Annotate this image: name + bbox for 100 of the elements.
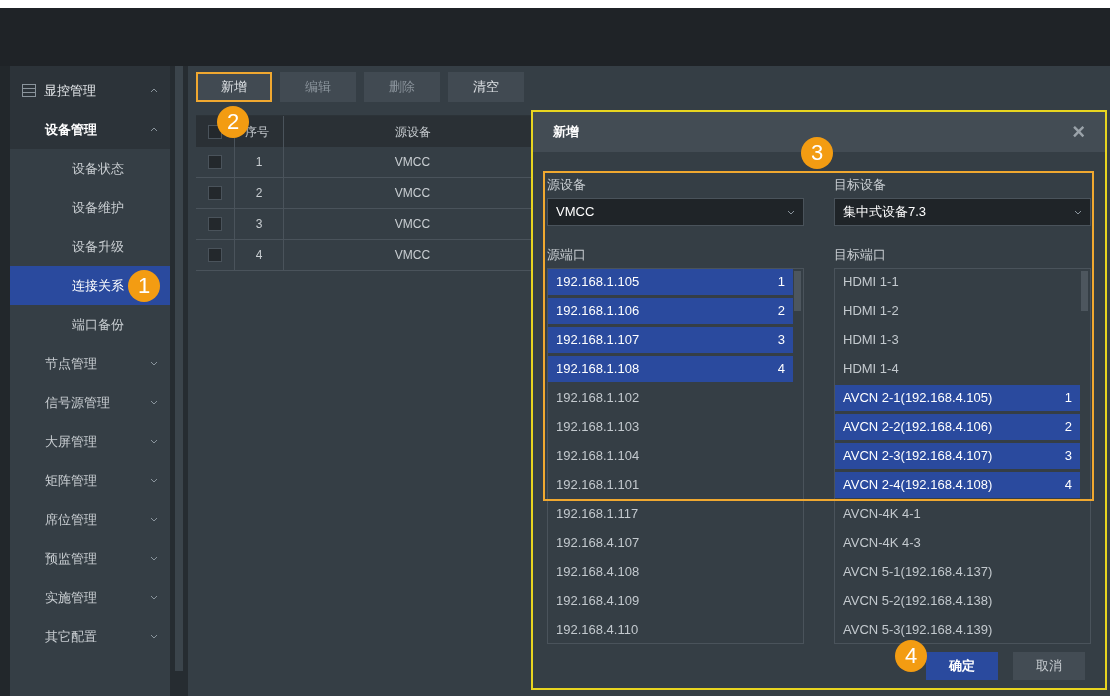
- port-item[interactable]: 192.168.4.108: [548, 559, 793, 585]
- port-item[interactable]: HDMI 1-2: [835, 298, 1080, 324]
- sidebar-item[interactable]: 设备维护: [10, 188, 170, 227]
- port-item[interactable]: AVCN-4K 4-1: [835, 501, 1080, 527]
- sidebar-label: 矩阵管理: [45, 471, 97, 490]
- port-name: 192.168.1.106: [556, 302, 640, 321]
- sidebar-item[interactable]: 设备管理: [10, 110, 170, 149]
- port-order: 2: [777, 302, 785, 321]
- scrollbar-thumb: [794, 271, 801, 311]
- cancel-button[interactable]: 取消: [1013, 652, 1085, 680]
- checkbox[interactable]: [208, 155, 222, 169]
- toolbar-button[interactable]: 清空: [448, 72, 524, 102]
- checkbox[interactable]: [208, 248, 222, 262]
- table-cell: 3: [234, 209, 283, 239]
- port-item[interactable]: 192.168.1.108 4: [548, 356, 793, 382]
- chevron-down-icon: [150, 595, 158, 600]
- port-item[interactable]: AVCN-4K 4-3: [835, 530, 1080, 556]
- table-cell: 1: [234, 147, 283, 177]
- port-name: HDMI 1-2: [843, 302, 899, 321]
- port-item[interactable]: 192.168.1.106 2: [548, 298, 793, 324]
- port-order: 2: [1064, 418, 1072, 437]
- port-item[interactable]: 192.168.4.109: [548, 588, 793, 614]
- sidebar-label: 席位管理: [45, 510, 97, 529]
- scrollbar-thumb: [1081, 271, 1088, 311]
- list-icon: [22, 84, 36, 97]
- port-name: 192.168.1.107: [556, 331, 640, 350]
- port-order: 1: [777, 273, 785, 292]
- chevron-down-icon: [150, 634, 158, 639]
- sidebar-item[interactable]: 大屏管理: [10, 422, 170, 461]
- sidebar-item[interactable]: 节点管理: [10, 344, 170, 383]
- sidebar-item[interactable]: 席位管理: [10, 500, 170, 539]
- sidebar-label: 其它配置: [45, 627, 97, 646]
- port-item[interactable]: 192.168.4.107: [548, 530, 793, 556]
- sidebar-item[interactable]: 连接关系 1: [10, 266, 170, 305]
- sidebar-item[interactable]: 端口备份: [10, 305, 170, 344]
- chevron-up-icon: [150, 127, 158, 132]
- port-item[interactable]: HDMI 1-4: [835, 356, 1080, 382]
- port-name: HDMI 1-1: [843, 273, 899, 292]
- port-item[interactable]: AVCN 2-3(192.168.4.107) 3: [835, 443, 1080, 469]
- port-item[interactable]: 192.168.1.107 3: [548, 327, 793, 353]
- chevron-down-icon: [787, 209, 795, 215]
- sidebar-label: 实施管理: [45, 588, 97, 607]
- chevron-down-icon: [150, 556, 158, 561]
- port-name: AVCN-4K 4-3: [843, 534, 921, 553]
- sidebar-item[interactable]: 其它配置: [10, 617, 170, 656]
- port-name: AVCN 5-3(192.168.4.139): [843, 621, 993, 640]
- port-item[interactable]: HDMI 1-1: [835, 269, 1080, 295]
- port-item[interactable]: 192.168.1.101: [548, 472, 793, 498]
- port-item[interactable]: AVCN 5-1(192.168.4.137): [835, 559, 1080, 585]
- port-item[interactable]: 192.168.1.103: [548, 414, 793, 440]
- port-order: 3: [1064, 447, 1072, 466]
- sidebar-label: 大屏管理: [45, 432, 97, 451]
- port-order: 1: [1064, 389, 1072, 408]
- field-label: 源端口: [547, 246, 587, 264]
- port-name: HDMI 1-4: [843, 360, 899, 379]
- port-item[interactable]: 192.168.1.117: [548, 501, 793, 527]
- port-item[interactable]: AVCN 2-1(192.168.4.105) 1: [835, 385, 1080, 411]
- port-item[interactable]: 192.168.1.105 1: [548, 269, 793, 295]
- port-item[interactable]: 192.168.1.104: [548, 443, 793, 469]
- port-item[interactable]: AVCN 5-2(192.168.4.138): [835, 588, 1080, 614]
- port-name: 192.168.1.105: [556, 273, 640, 292]
- checkbox[interactable]: [208, 186, 222, 200]
- checkbox[interactable]: [208, 217, 222, 231]
- port-item[interactable]: 192.168.1.102: [548, 385, 793, 411]
- chevron-down-icon: [150, 361, 158, 366]
- port-order: 3: [777, 331, 785, 350]
- port-name: AVCN 2-3(192.168.4.107): [843, 447, 993, 466]
- sidebar-label: 显控管理: [44, 81, 96, 100]
- device-select[interactable]: VMCC: [547, 198, 804, 226]
- sidebar-item[interactable]: 设备升级: [10, 227, 170, 266]
- toolbar-button[interactable]: 新增: [196, 72, 272, 102]
- port-name: AVCN 2-2(192.168.4.106): [843, 418, 993, 437]
- field-label: 源设备: [547, 176, 587, 194]
- device-select[interactable]: 集中式设备7.3: [834, 198, 1091, 226]
- table-cell: 4: [234, 240, 283, 270]
- port-name: AVCN 2-1(192.168.4.105): [843, 389, 993, 408]
- port-name: 192.168.4.110: [556, 621, 639, 640]
- port-item[interactable]: AVCN 2-2(192.168.4.106) 2: [835, 414, 1080, 440]
- port-name: AVCN 5-2(192.168.4.138): [843, 592, 993, 611]
- chevron-down-icon: [1074, 209, 1082, 215]
- sidebar-item[interactable]: 显控管理: [10, 71, 170, 110]
- port-name: AVCN 5-1(192.168.4.137): [843, 563, 993, 582]
- confirm-button[interactable]: 确定: [926, 652, 998, 680]
- sidebar-item[interactable]: 信号源管理: [10, 383, 170, 422]
- sidebar-item[interactable]: 实施管理: [10, 578, 170, 617]
- port-item[interactable]: 192.168.4.110: [548, 617, 793, 643]
- sidebar-item[interactable]: 矩阵管理: [10, 461, 170, 500]
- sidebar-item[interactable]: 设备状态: [10, 149, 170, 188]
- chevron-down-icon: [150, 439, 158, 444]
- port-name: AVCN 2-4(192.168.4.108): [843, 476, 993, 495]
- sidebar-label: 节点管理: [45, 354, 97, 373]
- sidebar-label: 信号源管理: [45, 393, 110, 412]
- field-label: 目标端口: [834, 246, 887, 264]
- port-name: 192.168.1.101: [556, 476, 640, 495]
- port-name: AVCN-4K 4-1: [843, 505, 921, 524]
- port-name: 192.168.1.103: [556, 418, 640, 437]
- sidebar-item[interactable]: 预监管理: [10, 539, 170, 578]
- port-item[interactable]: AVCN 5-3(192.168.4.139): [835, 617, 1080, 643]
- port-item[interactable]: AVCN 2-4(192.168.4.108) 4: [835, 472, 1080, 498]
- port-item[interactable]: HDMI 1-3: [835, 327, 1080, 353]
